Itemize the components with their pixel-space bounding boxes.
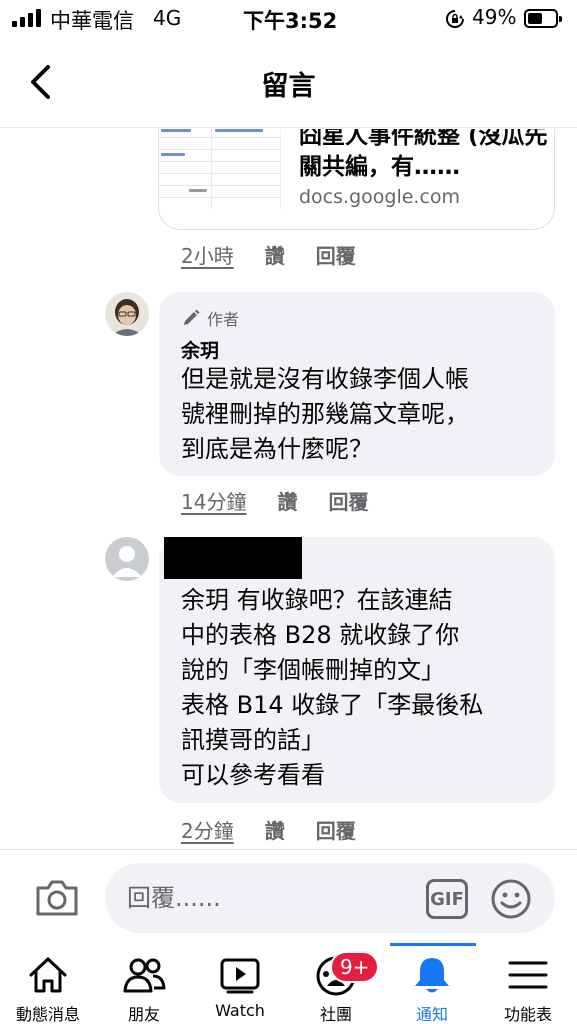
author-badge: 作者: [181, 306, 239, 330]
tab-news-feed[interactable]: 動態消息: [0, 943, 96, 1024]
pencil-icon: [184, 309, 200, 325]
orientation-lock-icon: [446, 10, 464, 28]
page-title: 留言: [261, 71, 316, 102]
tab-label: 社團: [319, 1005, 352, 1024]
comment-actions: 2分鐘 讚 回覆: [181, 815, 356, 844]
comment-text: 但是就是沒有收錄李個人帳 號裡刪掉的那幾篇文章呢， 到底是為什麼呢？: [181, 365, 469, 463]
reply-button[interactable]: 回覆: [316, 815, 356, 844]
camera-icon[interactable]: [34, 878, 80, 918]
like-button[interactable]: 讚: [277, 486, 297, 515]
reply-input[interactable]: [105, 863, 555, 933]
link-domain: docs.google.com: [299, 186, 461, 208]
reply-button[interactable]: 回覆: [316, 240, 356, 269]
tab-watch[interactable]: Watch: [192, 943, 288, 1024]
tab-label: 通知: [415, 1005, 448, 1024]
tab-label: Watch: [215, 1001, 265, 1020]
spreadsheet-thumbnail: [159, 129, 281, 209]
tab-label: 功能表: [503, 1005, 552, 1024]
bell-icon: [415, 958, 449, 993]
emoji-icon[interactable]: [490, 878, 532, 920]
reply-composer: GIF: [0, 849, 577, 943]
comment-timestamp[interactable]: 14分鐘: [181, 486, 246, 515]
friends-icon: [123, 958, 166, 993]
author-badge-label: 作者: [207, 310, 240, 329]
tab-label: 朋友: [127, 1005, 160, 1024]
home-icon: [29, 957, 67, 993]
like-button[interactable]: 讚: [265, 240, 285, 269]
carrier-name: 中華電信: [50, 9, 134, 33]
reply-button[interactable]: 回覆: [328, 486, 368, 515]
tab-label: 動態消息: [15, 1005, 80, 1024]
battery-icon: [524, 9, 562, 28]
link-title: 囧星人事件統整 (沒瓜先關共編，有……: [299, 129, 548, 180]
comment-timestamp[interactable]: 2分鐘: [181, 815, 234, 844]
link-preview-card[interactable]: 囧星人事件統整 (沒瓜先關共編，有…… docs.google.com: [158, 129, 555, 230]
tab-friends[interactable]: 朋友: [96, 943, 192, 1024]
tab-notifications[interactable]: 通知: [384, 943, 480, 1024]
bottom-tab-bar: 動態消息 朋友 Watch 社團 9+ 通知 功能表: [0, 943, 577, 1024]
comment-timestamp[interactable]: 2小時: [181, 240, 234, 269]
comments-list[interactable]: 囧星人事件統整 (沒瓜先關共編，有…… docs.google.com 2小時 …: [0, 129, 577, 849]
like-button[interactable]: 讚: [265, 815, 285, 844]
redacted-name: [164, 537, 302, 579]
signal-icon: [12, 9, 44, 27]
gif-button[interactable]: GIF: [426, 879, 468, 919]
comment-text: 余玥 有收錄吧？在該連結 中的表格 B28 就收錄了你 說的「李個帳刪掉的文」 …: [181, 586, 484, 789]
comment-actions: 14分鐘 讚 回覆: [181, 486, 368, 515]
tab-menu[interactable]: 功能表: [480, 943, 576, 1024]
notification-badge: 9+: [330, 951, 380, 983]
watch-icon: [220, 958, 260, 994]
menu-icon: [508, 961, 548, 989]
network-type: 4G: [153, 6, 182, 30]
comment-actions: 2小時 讚 回覆: [181, 240, 356, 269]
battery-percent: 49%: [472, 5, 517, 29]
reply-comment-bubble[interactable]: 余玥 有收錄吧？在該連結 中的表格 B28 就收錄了你 說的「李個帳刪掉的文」 …: [159, 537, 555, 803]
page-header: 留言: [0, 40, 577, 128]
status-time: 下午3:52: [243, 9, 338, 33]
commenter-name[interactable]: 余玥: [181, 336, 219, 363]
author-comment-bubble[interactable]: 作者 余玥 但是就是沒有收錄李個人帳 號裡刪掉的那幾篇文章呢， 到底是為什麼呢？: [159, 292, 555, 476]
author-avatar[interactable]: [105, 292, 149, 336]
status-bar: 中華電信 4G 下午3:52 49%: [0, 0, 577, 38]
default-avatar[interactable]: [105, 537, 149, 581]
